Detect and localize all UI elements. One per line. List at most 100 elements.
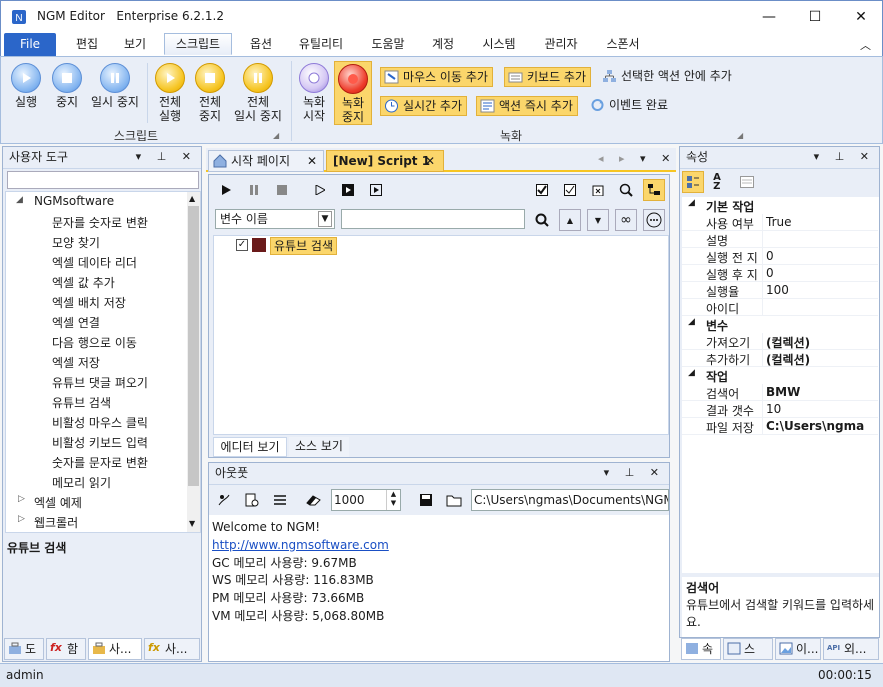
tab-sponsor[interactable]: 스폰서 (597, 34, 649, 56)
run-all-button[interactable]: 전체 실행 (151, 63, 189, 123)
property-value[interactable]: (컬렉션) (766, 334, 810, 351)
more-icon[interactable] (643, 209, 665, 231)
tree-item[interactable]: 모양 찾기 (52, 234, 100, 251)
property-row[interactable]: 실행 후 지 0 (682, 265, 878, 282)
tab-script[interactable]: 스크립트 (164, 33, 232, 55)
tree-expand-icon[interactable]: ◢ (16, 195, 23, 205)
property-value[interactable]: 0 (766, 266, 774, 280)
action-checkbox[interactable]: ✓ (236, 239, 248, 251)
scroll-up-icon[interactable]: ▲ (189, 194, 195, 203)
tree-collapsed-icon[interactable]: ▷ (18, 494, 25, 504)
property-value[interactable]: 0 (766, 249, 774, 263)
variable-select[interactable]: 변수 이름 ▼ (215, 209, 335, 229)
tree-root[interactable]: NGMsoftware (34, 194, 114, 208)
property-value[interactable]: (컬렉션) (766, 351, 810, 368)
stop-all-button[interactable]: 전체 중지 (191, 63, 229, 123)
property-row[interactable]: 검색어 BMW (682, 384, 878, 401)
props-tab-3[interactable]: 이... (775, 638, 821, 660)
props-tab-1[interactable]: 속 (681, 638, 721, 660)
delete-icon[interactable] (587, 179, 609, 201)
run-button[interactable]: 실행 (7, 63, 45, 109)
property-value[interactable]: 10 (766, 402, 781, 416)
property-value[interactable]: 100 (766, 283, 789, 297)
editor-view-tab[interactable]: 에디터 보기 (213, 437, 287, 457)
tree-item[interactable]: 비활성 키보드 입력 (52, 434, 148, 451)
categorized-icon[interactable] (682, 171, 704, 193)
pause-all-button[interactable]: 전체 일시 중지 (230, 63, 286, 123)
property-pages-icon[interactable] (736, 171, 758, 193)
property-category[interactable]: ◢ 변수 (682, 316, 878, 333)
doc-settings-icon[interactable] (241, 489, 263, 511)
close-button[interactable]: ✕ (838, 1, 883, 33)
property-row[interactable]: 추가하기 (컬렉션) (682, 350, 878, 367)
collapse-icon[interactable]: ◢ (688, 368, 695, 378)
source-view-tab[interactable]: 소스 보기 (289, 437, 349, 457)
scroll-down-icon[interactable]: ▼ (189, 519, 195, 528)
collapse-ribbon-icon[interactable]: ︿ (860, 37, 871, 53)
tree-item[interactable]: 엑셀 배치 저장 (52, 294, 126, 311)
tool-search-input[interactable] (7, 171, 199, 189)
tree-node-excel-examples[interactable]: 엑셀 예제 (34, 494, 82, 511)
tree-item[interactable]: 비활성 마우스 클릭 (52, 414, 148, 431)
property-row[interactable]: 실행율 100 (682, 282, 878, 299)
minimize-button[interactable]: — (746, 1, 792, 33)
tab-options[interactable]: 옵션 (238, 34, 284, 56)
dialog-launcher-icon[interactable]: ◢ (737, 131, 743, 140)
step-play-icon[interactable] (309, 179, 331, 201)
infinity-icon[interactable]: ∞ (615, 209, 637, 231)
chevron-down-icon[interactable]: ▼ (318, 211, 332, 227)
tab-start-page[interactable]: 시작 페이지 ✕ (208, 150, 324, 172)
panel-header-buttons[interactable]: ▾ ⊥ ✕ (604, 463, 665, 483)
panel-header-buttons[interactable]: ▾ ⊥ ✕ (136, 147, 197, 167)
property-row[interactable]: 결과 갯수 10 (682, 401, 878, 418)
tree-item[interactable]: 유튜브 댓글 펴오기 (52, 374, 148, 391)
log-path-input[interactable]: C:\Users\ngmas\Documents\NGM6\ (471, 489, 669, 511)
tree-collapsed-icon[interactable]: ▷ (18, 514, 25, 524)
property-row[interactable]: 사용 여부 True (682, 214, 878, 231)
collapse-icon[interactable]: ◢ (688, 317, 695, 327)
bottom-tab-1[interactable]: 도 (4, 638, 44, 660)
close-tab-icon[interactable]: ✕ (307, 151, 317, 171)
website-link[interactable]: http://www.ngmsoftware.com (212, 537, 389, 555)
check-icon[interactable] (559, 179, 581, 201)
add-keyboard-button[interactable]: 키보드 추가 (504, 67, 592, 87)
property-row[interactable]: 설명 (682, 231, 878, 248)
clean-icon[interactable] (213, 489, 235, 511)
panel-header-buttons[interactable]: ▾ ⊥ ✕ (814, 147, 875, 167)
editor-stop-icon[interactable] (271, 179, 293, 201)
bottom-tab-3[interactable]: 사... (88, 638, 142, 660)
dialog-launcher-icon[interactable]: ◢ (273, 131, 279, 140)
record-start-button[interactable]: 녹화 시작 (297, 63, 331, 123)
zoom-icon[interactable] (615, 179, 637, 201)
property-row[interactable]: 아이디 (682, 299, 878, 316)
tab-admin[interactable]: 관리자 (535, 34, 587, 56)
property-value[interactable]: True (766, 215, 792, 229)
bottom-tab-2[interactable]: fx 함 (46, 638, 86, 660)
tree-item[interactable]: 엑셀 저장 (52, 354, 100, 371)
tree-item[interactable]: 메모리 읽기 (52, 474, 111, 491)
scroll-thumb[interactable] (188, 206, 199, 486)
stepper-arrows-icon[interactable]: ▲ ▼ (386, 490, 400, 510)
tree-item[interactable]: 문자를 숫자로 변환 (52, 214, 148, 231)
action-item[interactable]: 유튜브 검색 (270, 237, 338, 255)
tab-help[interactable]: 도움말 (362, 34, 414, 56)
props-tab-4[interactable]: API 외... (823, 638, 879, 660)
close-tab-icon[interactable]: ✕ (425, 151, 435, 171)
property-row[interactable]: 실행 전 지 0 (682, 248, 878, 265)
property-value[interactable]: BMW (766, 385, 800, 399)
property-row[interactable]: 파일 저장 C:\Users\ngma (682, 418, 878, 435)
check-all-icon[interactable] (531, 179, 553, 201)
props-tab-2[interactable]: 스크... (723, 638, 773, 676)
tree-item[interactable]: 숫자를 문자로 변환 (52, 454, 148, 471)
step-over-icon[interactable] (365, 179, 387, 201)
event-done-button[interactable]: 이벤트 완료 (587, 96, 672, 116)
file-tab[interactable]: File (4, 33, 56, 56)
add-action-now-button[interactable]: 액션 즉시 추가 (476, 96, 578, 116)
folder-icon[interactable] (443, 489, 465, 511)
log-count-stepper[interactable]: 1000 ▲ ▼ (331, 489, 401, 511)
pause-button[interactable]: 일시 중지 (87, 63, 143, 109)
collapse-icon[interactable]: ◢ (688, 198, 695, 208)
move-down-icon[interactable]: ▼ (587, 209, 609, 231)
tab-script-1[interactable]: [New] Script 1 ✕ (326, 150, 444, 172)
tab-view[interactable]: 보기 (112, 34, 158, 56)
